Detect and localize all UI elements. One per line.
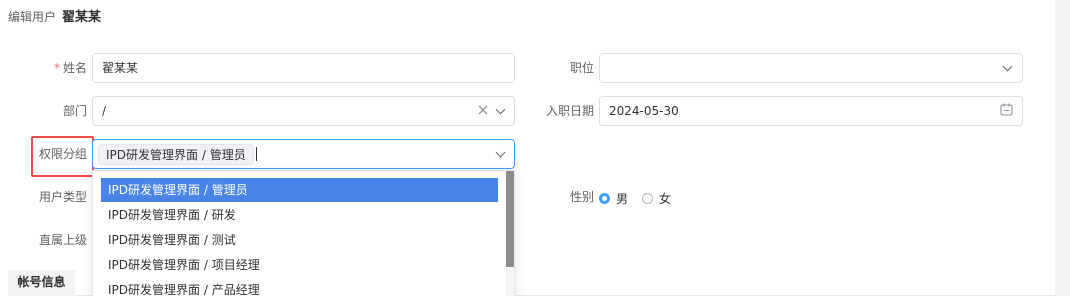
page-header: 编辑用户 翟某某	[8, 6, 102, 25]
department-select[interactable]: /	[92, 96, 515, 126]
gender-female-label[interactable]: 女	[659, 190, 671, 207]
calendar-icon[interactable]	[1000, 97, 1013, 125]
gender-male-label[interactable]: 男	[616, 190, 628, 207]
right-scroll-rail	[1055, 0, 1070, 296]
text-caret	[256, 147, 257, 161]
dropdown-option[interactable]: IPD研发管理界面 / 研发	[101, 203, 498, 227]
position-label: 职位	[569, 61, 594, 75]
user-type-label: 用户类型	[38, 190, 87, 204]
chevron-down-icon	[495, 104, 506, 115]
name-input[interactable]: 翟某某	[92, 53, 515, 83]
gender-label: 性别	[569, 190, 594, 204]
dropdown-option[interactable]: IPD研发管理界面 / 管理员	[101, 178, 498, 202]
highlight-box	[31, 136, 94, 177]
join-date-label: 入职日期	[545, 104, 594, 118]
dropdown-scrollbar-thumb[interactable]	[506, 171, 514, 267]
gender-male-radio[interactable]	[599, 192, 610, 204]
position-select[interactable]	[599, 53, 1023, 83]
join-date-input[interactable]: 2024-05-30	[599, 96, 1023, 126]
section-account-info: 帐号信息	[8, 270, 75, 296]
name-label: * 姓名	[53, 61, 87, 75]
breadcrumb: 编辑用户	[8, 10, 57, 24]
supervisor-label: 直属上级	[38, 233, 87, 247]
dropdown-option[interactable]: IPD研发管理界面 / 项目经理	[101, 253, 498, 277]
chevron-down-icon	[495, 147, 506, 158]
chevron-down-icon	[1002, 61, 1013, 72]
dropdown-option[interactable]: IPD研发管理界面 / 产品经理	[101, 278, 498, 296]
page-title: 翟某某	[62, 10, 102, 25]
gender-female-radio[interactable]	[642, 192, 654, 204]
clear-icon[interactable]	[477, 97, 489, 125]
selected-tag[interactable]: IPD研发管理界面 / 管理员	[98, 144, 254, 165]
dropdown-option[interactable]: IPD研发管理界面 / 测试	[101, 228, 498, 252]
permission-group-dropdown: IPD研发管理界面 / 管理员 IPD研发管理界面 / 研发 IPD研发管理界面…	[92, 170, 515, 296]
gender-radio-group: 男 女	[599, 188, 685, 208]
permission-group-select[interactable]: IPD研发管理界面 / 管理员	[92, 139, 515, 169]
department-label: 部门	[62, 104, 87, 118]
